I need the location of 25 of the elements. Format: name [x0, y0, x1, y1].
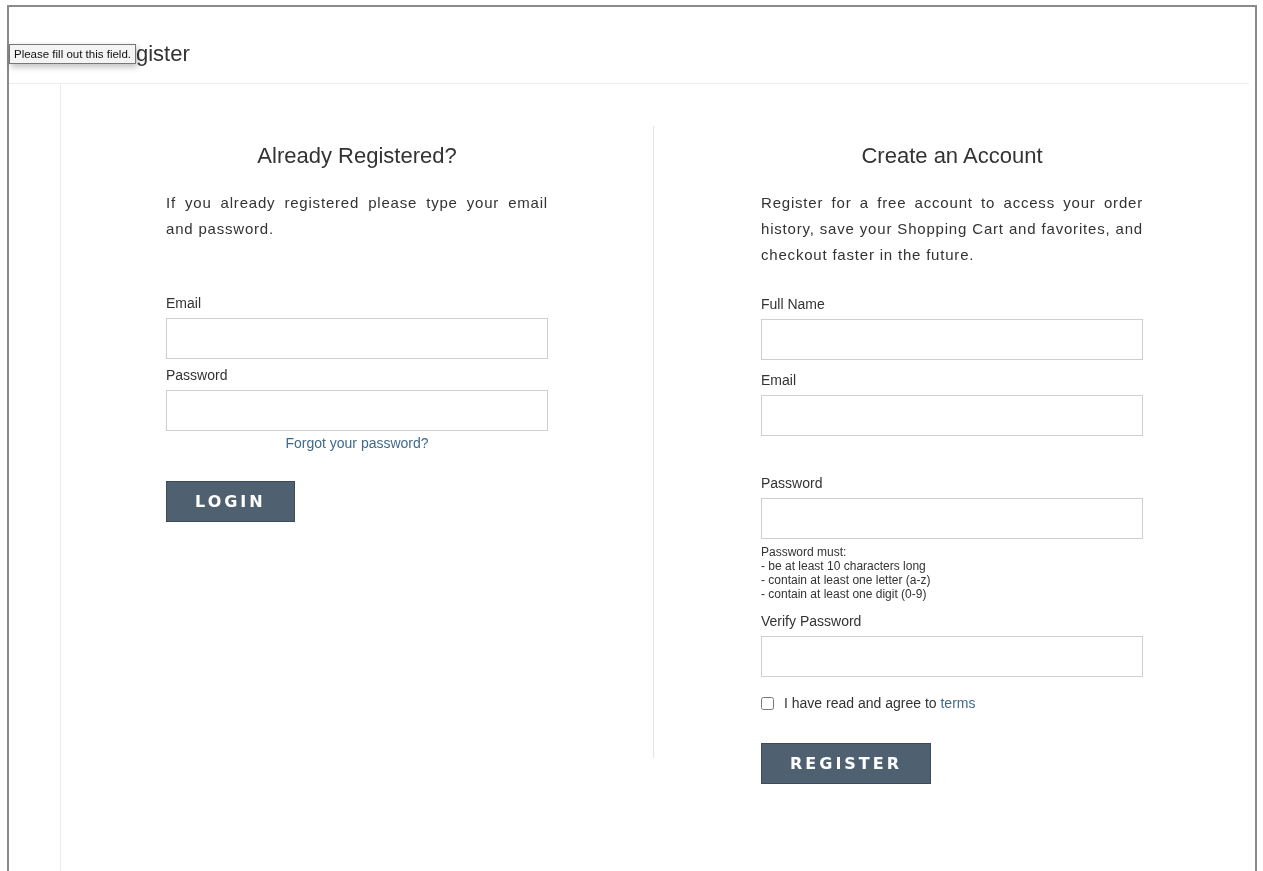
input-field[interactable] [761, 395, 1143, 436]
field-label: Full Name [761, 296, 826, 312]
page-title: gister [136, 40, 190, 67]
intro-text: If you already registered please type your email and password. [166, 193, 548, 239]
field-label: Password [761, 475, 824, 491]
login-button[interactable]: LOGIN [166, 481, 295, 522]
input-field[interactable] [761, 319, 1143, 360]
field-label: Password [166, 367, 229, 383]
terms-link[interactable]: terms [940, 695, 976, 711]
register-button[interactable]: REGISTER [761, 743, 932, 784]
input-field[interactable] [761, 498, 1143, 539]
password-requirements: Password must: - be at least 10 characters long - contain at least one letter (a-z) - contain at least one digit (0-9) [761, 545, 931, 601]
agree-checkbox[interactable] [761, 696, 774, 710]
field-label: Email [761, 372, 797, 388]
field-label: Email [166, 295, 202, 311]
input-field[interactable] [166, 390, 548, 431]
section-heading: Already Registered? [256, 142, 458, 170]
input-field[interactable] [761, 636, 1143, 677]
intro-text: Register for a free account to access your order history, save your Shopping Cart and favorites, and checkout faster in the future. [761, 193, 1143, 265]
input-field[interactable] [166, 318, 548, 359]
section-heading: Create an Account [860, 142, 1044, 170]
agree-text: I have read and agree to terms [784, 695, 976, 711]
field-label: Verify Password [761, 613, 863, 629]
validation-tooltip: Please fill out this field. [9, 44, 136, 64]
forgot-password-link[interactable]: Forgot your password? [285, 435, 429, 451]
